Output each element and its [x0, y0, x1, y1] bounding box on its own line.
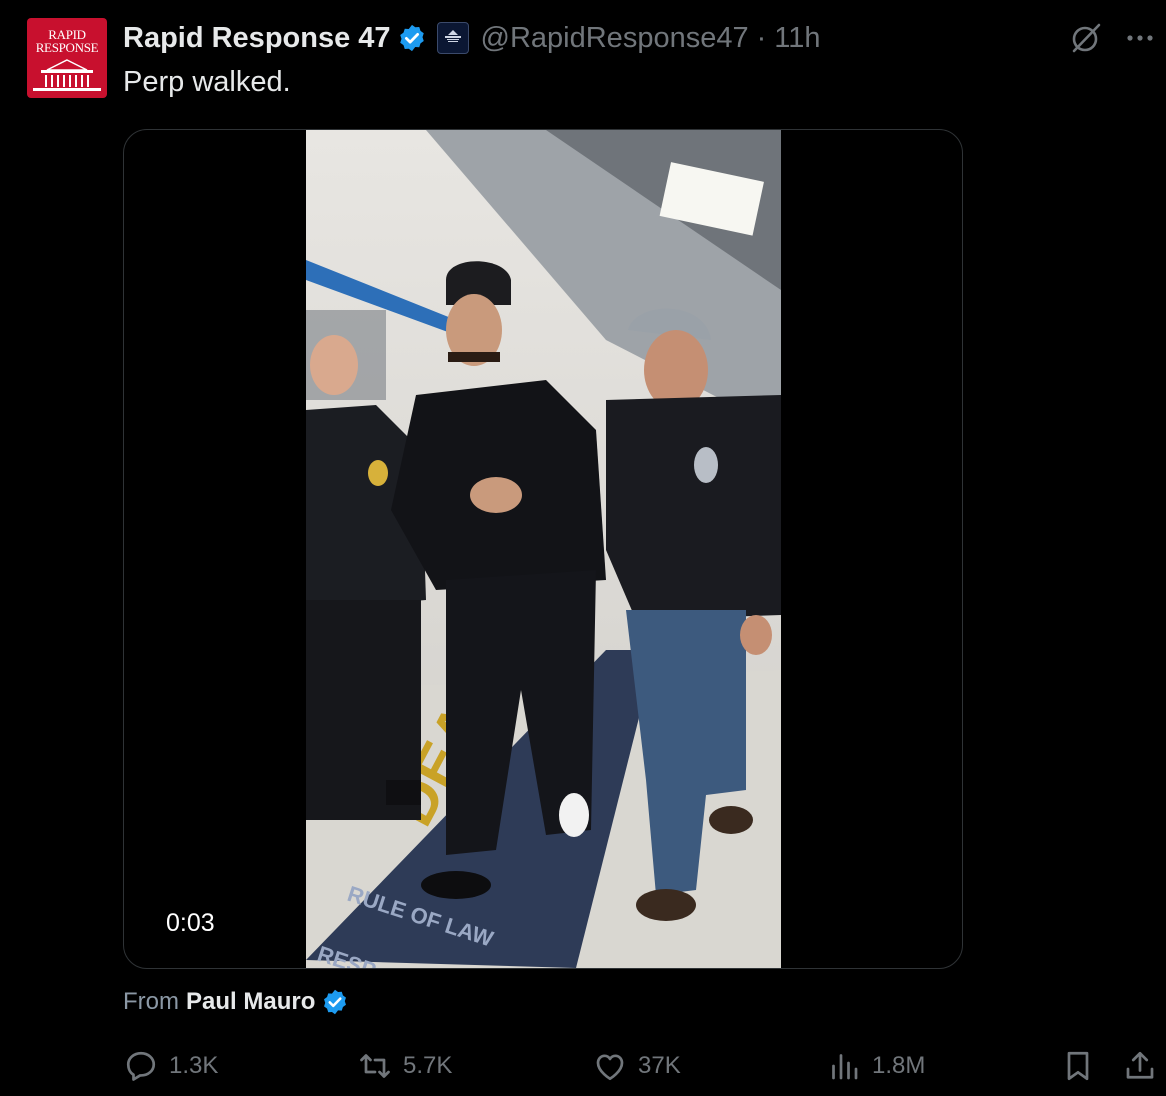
from-author-name[interactable]: Paul Mauro — [186, 988, 315, 1016]
share-icon — [1126, 1051, 1154, 1079]
handle[interactable]: @RapidResponse47 — [481, 22, 749, 55]
affiliation-badge-icon[interactable] — [436, 22, 469, 54]
grok-icon[interactable] — [1068, 20, 1104, 61]
like-button[interactable]: 37K — [592, 1044, 681, 1088]
avatar[interactable]: RAPID RESPONSE — [27, 18, 107, 98]
views-count: 1.8M — [872, 1052, 926, 1079]
views-icon — [832, 1054, 858, 1080]
views-button[interactable]: 1.8M — [826, 1044, 925, 1088]
reply-count: 1.3K — [169, 1052, 219, 1079]
from-attribution: From Paul Mauro — [123, 984, 349, 1020]
share-button[interactable] — [1122, 1044, 1158, 1088]
tweet-header: Rapid Response 47 @RapidResponse47 · 11h — [123, 18, 821, 58]
video-player[interactable]: DEA RULE OF LAW RESP 0:03 — [123, 129, 963, 969]
repost-button[interactable]: 5.7K — [357, 1044, 452, 1088]
video-frame[interactable]: DEA RULE OF LAW RESP — [306, 130, 781, 968]
like-count: 37K — [638, 1052, 681, 1079]
reply-icon — [126, 1051, 156, 1081]
avatar-logo-line2: RESPONSE — [35, 40, 99, 55]
video-duration: 0:03 — [154, 904, 227, 942]
verified-icon[interactable] — [321, 988, 349, 1016]
bookmark-button[interactable] — [1060, 1044, 1096, 1088]
reply-button[interactable]: 1.3K — [123, 1044, 218, 1088]
repost-icon — [360, 1054, 390, 1078]
more-icon[interactable] — [1124, 22, 1156, 59]
tweet-text: Perp walked. — [123, 66, 291, 98]
bookmark-icon — [1067, 1051, 1089, 1081]
timestamp[interactable]: 11h — [774, 22, 820, 55]
like-icon — [596, 1054, 624, 1081]
verified-icon[interactable] — [397, 23, 427, 53]
display-name[interactable]: Rapid Response 47 — [123, 22, 391, 55]
repost-count: 5.7K — [403, 1052, 453, 1079]
separator-dot: · — [756, 21, 767, 54]
from-label: From — [123, 988, 179, 1015]
white-house-icon — [33, 59, 101, 91]
action-bar: 1.3K 5.7K 37K 1.8M — [0, 1044, 1166, 1088]
